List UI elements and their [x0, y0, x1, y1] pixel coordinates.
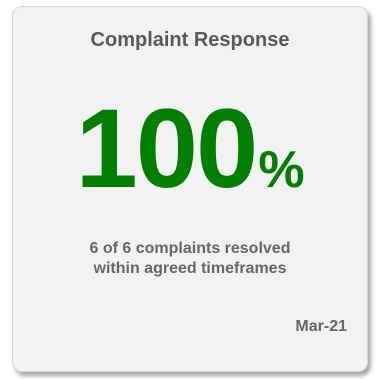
metric-value: 100	[75, 86, 258, 211]
period-date: Mar-21	[295, 318, 347, 335]
description-line-1: 6 of 6 complaints resolved	[89, 240, 291, 257]
description-line-2: within agreed timeframes	[93, 260, 287, 277]
metric-description: 6 of 6 complaints resolved within agreed…	[13, 239, 367, 279]
metric-display: 100%	[13, 93, 367, 205]
kpi-card: Complaint Response 100% 6 of 6 complaint…	[12, 6, 368, 372]
metric-unit: %	[258, 141, 305, 199]
card-title: Complaint Response	[90, 29, 290, 51]
